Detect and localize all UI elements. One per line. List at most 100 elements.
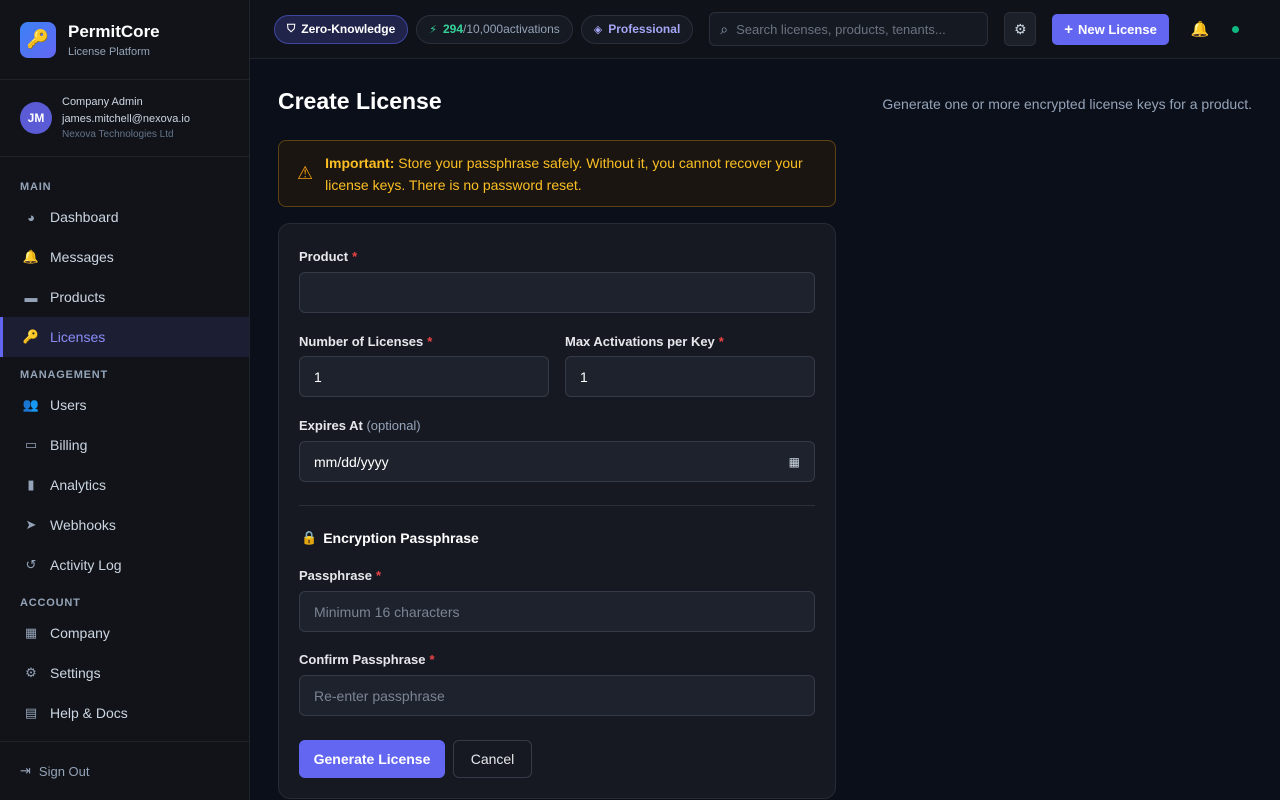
gear-icon: ⚙ — [1014, 20, 1027, 37]
passphrase-label: Passphrase * — [299, 568, 382, 583]
status-indicator — [1231, 25, 1239, 33]
nav-section-title: MANAGEMENT — [20, 369, 109, 381]
brand-name: PermitCore — [68, 21, 160, 41]
zero-knowledge-label: Zero-Knowledge — [301, 22, 396, 36]
nav-section-title: ACCOUNT — [20, 597, 81, 609]
sign-out-button[interactable]: ⇥ Sign Out — [0, 741, 249, 800]
settings-button[interactable]: ⚙ — [1004, 12, 1037, 46]
create-license-form: Product * Number of Licenses * 1 Max Activ… — [278, 223, 836, 799]
generate-license-button[interactable]: Generate License — [299, 740, 445, 778]
sidebar-item-settings[interactable]: ⚙ Settings — [0, 653, 249, 693]
users-icon: 👥 — [22, 397, 40, 412]
gear-icon: ⚙ — [25, 665, 37, 680]
warning-body: Store your passphrase safely. Without it… — [325, 154, 803, 193]
lock-icon: 🔒 — [301, 530, 318, 545]
encryption-section-title: 🔒 Encryption Passphrase — [301, 530, 479, 546]
sidebar-item-activity-log[interactable]: ↺ Activity Log — [0, 545, 249, 585]
sidebar-item-messages[interactable]: 🔔 Messages — [0, 237, 249, 277]
activations-suffix: activations — [503, 22, 560, 36]
brand[interactable]: 🔑 PermitCore License Platform — [0, 0, 249, 80]
bolt-icon: ⚡ — [429, 23, 437, 36]
sidebar-item-label: Messages — [50, 249, 114, 265]
num-licenses-label: Number of Licenses * — [299, 334, 433, 349]
new-license-label: New License — [1078, 21, 1157, 37]
sidebar-item-label: Settings — [50, 665, 101, 681]
zero-knowledge-badge[interactable]: ⛉ Zero-Knowledge — [274, 14, 409, 44]
sidebar-item-webhooks[interactable]: ➤ Webhooks — [0, 505, 249, 545]
topbar: ⛉ Zero-Knowledge ⚡ 294/10,000 activation… — [250, 0, 1280, 59]
bell-icon: 🔔 — [22, 249, 40, 264]
passphrase-warning: ⚠ Important: Store your passphrase safel… — [278, 140, 836, 207]
page-description: Generate one or more encrypted license k… — [882, 96, 1252, 112]
product-select[interactable] — [299, 272, 815, 313]
calendar-icon[interactable]: ▦ — [789, 455, 800, 469]
confirm-passphrase-label: Confirm Passphrase * — [299, 652, 435, 667]
activations-total: /10,000 — [463, 22, 504, 36]
sidebar: 🔑 PermitCore License Platform JM Company… — [0, 0, 250, 800]
book-icon: ▤ — [24, 705, 38, 720]
product-label: Product * — [299, 249, 358, 264]
sidebar-item-label: Dashboard — [50, 209, 119, 225]
nav-section-title: MAIN — [20, 181, 52, 193]
user-company: Nexova Technologies Ltd — [62, 129, 174, 140]
confirm-passphrase-input[interactable] — [314, 687, 800, 704]
sidebar-item-label: Activity Log — [50, 557, 122, 573]
num-licenses-input[interactable]: 1 — [299, 356, 549, 397]
sidebar-item-label: Products — [50, 289, 106, 305]
credit-card-icon: ▭ — [24, 437, 38, 452]
max-activations-label: Max Activations per Key * — [565, 334, 724, 349]
cancel-button[interactable]: Cancel — [453, 740, 532, 778]
warning-strong: Important: — [325, 154, 395, 171]
max-activations-input[interactable]: 1 — [565, 356, 815, 397]
sidebar-item-dashboard[interactable]: ◕ Dashboard — [0, 197, 249, 237]
sidebar-nav: MAIN ◕ Dashboard 🔔 Messages ▬ Products 🔑 License… — [0, 157, 249, 733]
paper-plane-icon: ➤ — [25, 517, 37, 532]
sidebar-item-label: Analytics — [50, 477, 107, 493]
sign-out-icon: ⇥ — [20, 763, 31, 778]
warning-text: Important: Store your passphrase safely.… — [325, 152, 819, 196]
box-icon: ▬ — [24, 289, 38, 305]
sidebar-item-users[interactable]: 👥 Users — [0, 385, 249, 425]
user-role: Company Admin — [62, 96, 143, 108]
sidebar-item-billing[interactable]: ▭ Billing — [0, 425, 249, 465]
sidebar-item-company[interactable]: ▦ Company — [0, 613, 249, 653]
expires-date-input[interactable]: mm/dd/yyyy ▦ — [299, 441, 815, 482]
confirm-passphrase-field[interactable] — [299, 675, 815, 716]
sidebar-item-label: Webhooks — [50, 517, 116, 533]
page-title: Create License — [278, 88, 442, 114]
sidebar-item-help-docs[interactable]: ▤ Help & Docs — [0, 693, 249, 733]
sidebar-item-analytics[interactable]: ▮ Analytics — [0, 465, 249, 505]
building-icon: ▦ — [24, 625, 38, 640]
key-icon: 🔑 — [20, 21, 56, 58]
key-icon: 🔑 — [22, 329, 40, 344]
sign-out-label: Sign Out — [38, 763, 90, 779]
sidebar-item-licenses[interactable]: 🔑 Licenses — [0, 317, 249, 357]
chart-icon: ▮ — [27, 477, 35, 492]
search-box[interactable]: ⌕ — [709, 12, 989, 46]
plan-badge[interactable]: ◈ Professional — [580, 14, 694, 44]
layers-icon: ◈ — [593, 23, 603, 36]
brand-subtitle: License Platform — [68, 45, 150, 58]
activations-badge[interactable]: ⚡ 294/10,000 activations — [416, 14, 573, 44]
plan-label: Professional — [608, 22, 681, 36]
search-input[interactable] — [736, 21, 977, 37]
bell-icon[interactable]: 🔔 — [1191, 20, 1210, 38]
passphrase-input[interactable] — [314, 603, 800, 620]
shield-icon: ⛉ — [287, 22, 296, 35]
sidebar-item-label: Billing — [50, 437, 88, 453]
activations-used: 294 — [443, 22, 464, 36]
user-email: james.mitchell@nexova.io — [62, 112, 190, 125]
user-block: JM Company Admin james.mitchell@nexova.i… — [0, 80, 249, 157]
divider — [299, 505, 815, 506]
gauge-icon: ◕ — [27, 209, 35, 225]
sidebar-item-label: Help & Docs — [50, 705, 128, 721]
sidebar-item-products[interactable]: ▬ Products — [0, 277, 249, 317]
warning-icon: ⚠ — [297, 163, 314, 183]
passphrase-field[interactable] — [299, 591, 815, 632]
sidebar-item-label: Company — [50, 625, 110, 641]
history-icon: ↺ — [25, 557, 37, 572]
new-license-button[interactable]: + New License — [1052, 13, 1169, 45]
expires-label: Expires At (optional) — [299, 418, 421, 433]
sidebar-item-label: Users — [50, 397, 87, 413]
avatar[interactable]: JM — [20, 102, 52, 134]
